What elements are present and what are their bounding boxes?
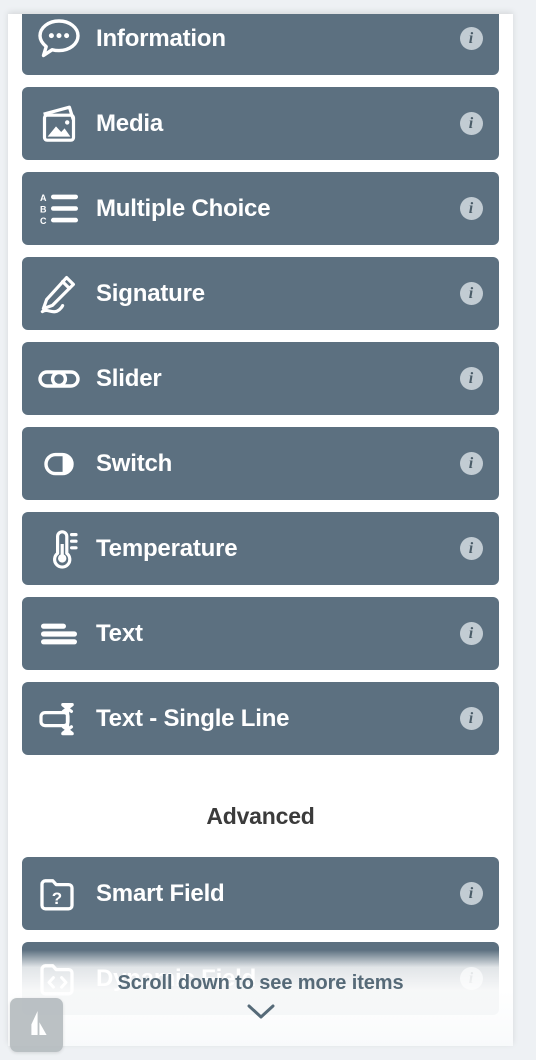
field-list-scroll-content[interactable]: Information i Media i A B C Multiple Cho… <box>8 14 513 1046</box>
info-button[interactable]: i <box>443 197 499 220</box>
info-icon: i <box>459 537 483 560</box>
svg-text:C: C <box>40 216 47 226</box>
info-icon: i <box>459 622 483 645</box>
info-button[interactable]: i <box>443 112 499 135</box>
field-card-switch[interactable]: Switch i <box>22 427 499 500</box>
info-button[interactable]: i <box>443 707 499 730</box>
svg-text:A: A <box>40 193 47 203</box>
floating-widget-button[interactable] <box>10 998 63 1052</box>
field-card-text-single-line[interactable]: Text - Single Line i <box>22 682 499 755</box>
field-card-media[interactable]: Media i <box>22 87 499 160</box>
photo-stack-icon <box>22 87 96 160</box>
info-button[interactable]: i <box>443 622 499 645</box>
info-button[interactable]: i <box>443 967 499 990</box>
field-card-label: Switch <box>96 449 173 477</box>
info-icon: i <box>459 27 483 50</box>
field-card-signature[interactable]: Signature i <box>22 257 499 330</box>
field-card-label: Temperature <box>96 534 238 562</box>
field-card-smart-field[interactable]: ? Smart Field i <box>22 857 499 930</box>
page-background-strip <box>0 0 536 14</box>
field-card-label: Signature <box>96 279 205 307</box>
field-card-label: Information <box>96 24 226 52</box>
info-icon: i <box>459 967 483 990</box>
thermometer-icon <box>22 512 96 585</box>
info-icon: i <box>459 707 483 730</box>
info-button[interactable]: i <box>443 452 499 475</box>
info-icon: i <box>459 367 483 390</box>
pen-signature-icon <box>22 257 96 330</box>
info-button[interactable]: i <box>443 882 499 905</box>
info-button[interactable]: i <box>443 27 499 50</box>
info-icon: i <box>459 882 483 905</box>
info-icon: i <box>459 197 483 220</box>
field-card-information[interactable]: Information i <box>22 14 499 75</box>
field-card-temperature[interactable]: Temperature i <box>22 512 499 585</box>
slider-icon <box>22 342 96 415</box>
field-card-text[interactable]: Text i <box>22 597 499 670</box>
field-card-label: Media <box>96 109 164 137</box>
info-button[interactable]: i <box>443 282 499 305</box>
field-card-slider[interactable]: Slider i <box>22 342 499 415</box>
field-card-label: Smart Field <box>96 879 225 907</box>
speech-bubble-dots-icon <box>22 14 96 75</box>
info-icon: i <box>459 112 483 135</box>
section-heading-advanced: Advanced <box>206 803 315 829</box>
folder-question-icon: ? <box>22 857 96 930</box>
field-card-label: Slider <box>96 364 162 392</box>
field-card-label: Dynamic Field <box>96 964 257 992</box>
field-card-label: Text - Single Line <box>96 704 290 732</box>
field-card-label: Text <box>96 619 143 647</box>
svg-text:B: B <box>40 204 47 214</box>
toggle-switch-icon <box>22 427 96 500</box>
info-button[interactable]: i <box>443 537 499 560</box>
field-card-label: Multiple Choice <box>96 194 271 222</box>
abc-list-icon: A B C <box>22 172 96 245</box>
field-library-panel: Information i Media i A B C Multiple Cho… <box>8 14 513 1046</box>
info-button[interactable]: i <box>443 367 499 390</box>
field-card-dynamic-field[interactable]: Dynamic Field i <box>22 942 499 1015</box>
app-logo-icon <box>22 1008 52 1043</box>
field-card-multiple-choice[interactable]: A B C Multiple Choice i <box>22 172 499 245</box>
text-lines-icon <box>22 597 96 670</box>
text-single-line-icon <box>22 682 96 755</box>
svg-text:?: ? <box>52 889 62 908</box>
info-icon: i <box>459 282 483 305</box>
info-icon: i <box>459 452 483 475</box>
app-root: Information i Media i A B C Multiple Cho… <box>0 0 536 1060</box>
